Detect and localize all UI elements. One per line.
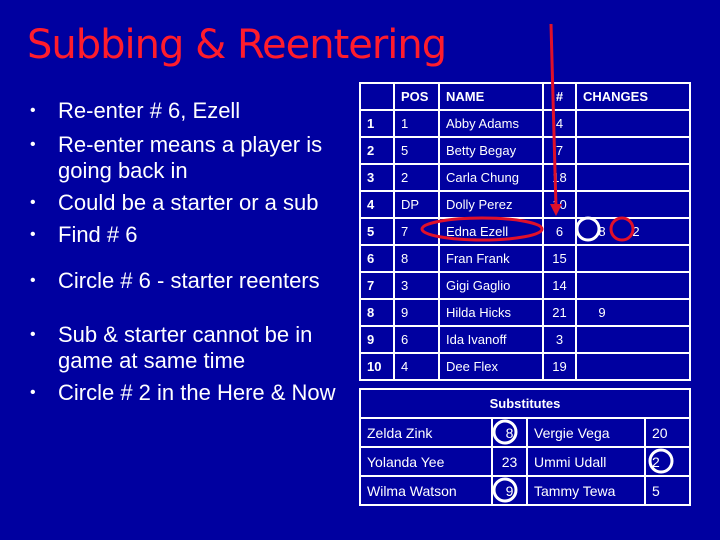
name-cell: Hilda Hicks <box>438 298 544 327</box>
changes-cell <box>575 271 691 300</box>
sub-number-cell: 9 <box>491 475 528 506</box>
change-entry: 8 <box>598 224 606 239</box>
name-cell: Dee Flex <box>438 352 544 381</box>
lineup-row: 1 1 Abby Adams 4 <box>359 109 691 138</box>
changes-cell <box>575 136 691 165</box>
changes-cell <box>575 163 691 192</box>
name-cell: Carla Chung <box>438 163 544 192</box>
lineup-row: 6 8 Fran Frank 15 <box>359 244 691 273</box>
bullet-dot-icon: • <box>30 272 36 289</box>
change-entry: 2 <box>632 224 640 239</box>
lineup-row: 8 9 Hilda Hicks 21 9 <box>359 298 691 327</box>
bullet-dot-icon: • <box>30 326 36 343</box>
changes-cell <box>575 244 691 273</box>
number-cell: 18 <box>542 163 577 192</box>
sub-number-cell: 23 <box>491 446 528 477</box>
changes-cell <box>575 352 691 381</box>
name-cell: Betty Begay <box>438 136 544 165</box>
number-cell: 19 <box>542 352 577 381</box>
name-cell: Dolly Perez <box>438 190 544 219</box>
sub-name-cell: Zelda Zink <box>359 417 493 448</box>
position-cell: 8 <box>393 244 440 273</box>
name-cell: Ida Ivanoff <box>438 325 544 354</box>
number-cell: 15 <box>542 244 577 273</box>
number-cell: 3 <box>542 325 577 354</box>
order-cell: 6 <box>359 244 395 273</box>
number-cell: 10 <box>542 190 577 219</box>
header-pos: POS <box>393 82 440 111</box>
bullet-dot-icon: • <box>30 226 36 243</box>
position-cell: 1 <box>393 109 440 138</box>
order-cell: 7 <box>359 271 395 300</box>
sub-number-cell: 2 <box>644 446 691 477</box>
bullet-dot-icon: • <box>30 136 36 153</box>
substitute-row: Zelda Zink 8 Vergie Vega 20 <box>359 417 691 448</box>
sub-number-cell: 20 <box>644 417 691 448</box>
bullet-dot-icon: • <box>30 102 36 119</box>
number-cell: 4 <box>542 109 577 138</box>
order-cell: 10 <box>359 352 395 381</box>
order-cell: 1 <box>359 109 395 138</box>
order-cell: 8 <box>359 298 395 327</box>
header-order <box>359 82 395 111</box>
order-cell: 9 <box>359 325 395 354</box>
name-cell: Fran Frank <box>438 244 544 273</box>
lineup-header-row: POS NAME # CHANGES <box>359 82 691 111</box>
position-cell: 6 <box>393 325 440 354</box>
order-cell: 5 <box>359 217 395 246</box>
lineup-row: 4 DP Dolly Perez 10 <box>359 190 691 219</box>
position-cell: DP <box>393 190 440 219</box>
lineup-row: 10 4 Dee Flex 19 <box>359 352 691 381</box>
number-cell: 14 <box>542 271 577 300</box>
position-cell: 9 <box>393 298 440 327</box>
slide-title: Subbing & Reentering <box>27 22 447 68</box>
number-cell: 6 <box>542 217 577 246</box>
number-cell: 7 <box>542 136 577 165</box>
substitutes-table: Substitutes Zelda Zink 8 Vergie Vega 20 Yola… <box>359 388 691 506</box>
substitutes-title: Substitutes <box>359 388 691 419</box>
changes-cell: 9 <box>575 298 691 327</box>
sub-number-cell: 8 <box>491 417 528 448</box>
changes-cell: 82 <box>575 217 691 246</box>
sub-name-cell: Ummi Udall <box>526 446 646 477</box>
changes-cell <box>575 325 691 354</box>
position-cell: 5 <box>393 136 440 165</box>
substitute-row: Yolanda Yee 23 Ummi Udall 2 <box>359 446 691 477</box>
sub-number-cell: 5 <box>644 475 691 506</box>
order-cell: 4 <box>359 190 395 219</box>
header-changes: CHANGES <box>575 82 691 111</box>
position-cell: 7 <box>393 217 440 246</box>
position-cell: 2 <box>393 163 440 192</box>
name-cell: Edna Ezell <box>438 217 544 246</box>
sub-name-cell: Yolanda Yee <box>359 446 493 477</box>
position-cell: 4 <box>393 352 440 381</box>
changes-cell <box>575 190 691 219</box>
bullet-dot-icon: • <box>30 194 36 211</box>
header-name: NAME <box>438 82 544 111</box>
sub-name-cell: Vergie Vega <box>526 417 646 448</box>
position-cell: 3 <box>393 271 440 300</box>
header-number: # <box>542 82 577 111</box>
lineup-row: 3 2 Carla Chung 18 <box>359 163 691 192</box>
lineup-row: 2 5 Betty Begay 7 <box>359 136 691 165</box>
sub-name-cell: Wilma Watson <box>359 475 493 506</box>
bullet-dot-icon: • <box>30 384 36 401</box>
change-entry: 9 <box>598 305 606 320</box>
order-cell: 2 <box>359 136 395 165</box>
substitute-row: Wilma Watson 9 Tammy Tewa 5 <box>359 475 691 506</box>
lineup-row: 5 7 Edna Ezell 6 8 2 <box>359 217 691 246</box>
lineup-row: 9 6 Ida Ivanoff 3 <box>359 325 691 354</box>
name-cell: Gigi Gaglio <box>438 271 544 300</box>
lineup-row: 7 3 Gigi Gaglio 14 <box>359 271 691 300</box>
name-cell: Abby Adams <box>438 109 544 138</box>
number-cell: 21 <box>542 298 577 327</box>
lineup-table: POS NAME # CHANGES 1 1 Abby Adams 4 2 5 Betty … <box>359 82 691 381</box>
sub-name-cell: Tammy Tewa <box>526 475 646 506</box>
order-cell: 3 <box>359 163 395 192</box>
changes-cell <box>575 109 691 138</box>
